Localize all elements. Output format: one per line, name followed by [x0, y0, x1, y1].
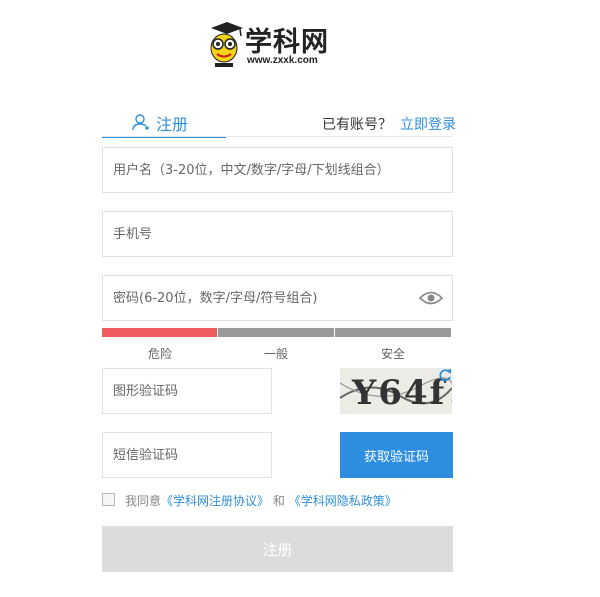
sms-code-input[interactable]: [103, 433, 271, 477]
sms-field-box: [102, 432, 272, 478]
phone-input[interactable]: [103, 212, 452, 256]
phone-field-box: [102, 211, 453, 257]
username-input[interactable]: [103, 148, 452, 192]
agreement-text: 我同意《学科网注册协议》 和 《学科网隐私政策》: [125, 492, 397, 509]
captcha-text: Y64f: [351, 373, 447, 413]
logo-url: www.zxxk.com: [247, 55, 318, 66]
strength-label-safe: 安全: [380, 347, 405, 361]
graduation-cap-mascot-icon: [210, 22, 243, 67]
site-logo[interactable]: 学科网 www.zxxk.com: [207, 22, 337, 72]
username-field-box: [102, 147, 453, 193]
have-account-text: 已有账号？: [322, 117, 392, 133]
captcha-field-box: [102, 368, 272, 414]
strength-bar-danger: [102, 328, 217, 337]
agree-checkbox[interactable]: [102, 493, 115, 506]
strength-label-danger: 危险: [147, 347, 172, 361]
tab-register[interactable]: 注册: [102, 108, 226, 138]
eye-icon[interactable]: [419, 290, 443, 306]
strength-bar-medium: [218, 328, 334, 337]
agreement-and: 和: [272, 494, 285, 508]
tab-register-label: 注册: [156, 115, 189, 134]
strength-label-medium: 一般: [263, 347, 288, 361]
logo-text: 学科网: [245, 27, 329, 58]
captcha-image[interactable]: Y64f: [340, 368, 452, 414]
strength-bar-safe: [335, 328, 451, 337]
user-add-icon: [132, 114, 149, 131]
refresh-icon[interactable]: [438, 368, 452, 382]
privacy-policy-link[interactable]: 《学科网隐私政策》: [289, 494, 397, 508]
password-field-box: [102, 275, 453, 321]
get-sms-code-button[interactable]: 获取验证码: [340, 432, 453, 478]
tabs-divider: [102, 136, 452, 137]
agreement-prefix: 我同意: [125, 494, 162, 508]
register-agreement-link[interactable]: 《学科网注册协议》: [161, 494, 269, 508]
register-submit-button[interactable]: 注册: [102, 526, 453, 572]
captcha-input[interactable]: [103, 369, 271, 413]
login-link[interactable]: 立即登录: [400, 114, 456, 134]
password-input[interactable]: [103, 276, 452, 320]
